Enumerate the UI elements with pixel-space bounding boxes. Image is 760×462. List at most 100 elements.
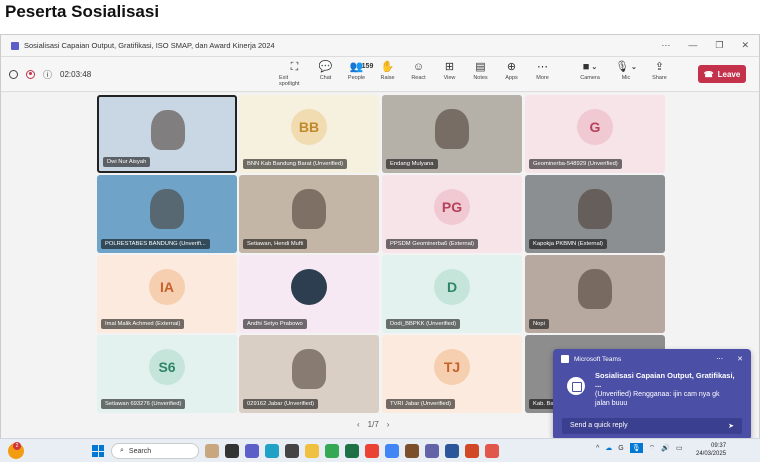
share-button[interactable]: ⇪ Share	[644, 60, 675, 81]
participant-tile[interactable]: Kapokja PKBMN (External)	[525, 175, 665, 253]
notification-header: Microsoft Teams ⋯ ✕	[553, 349, 751, 369]
page-title: Peserta Sosialisasi	[5, 2, 160, 21]
tool-label: Notes	[473, 75, 488, 81]
participant-name: BNN Kab Bandung Barat (Unverified)	[243, 159, 348, 169]
tool-more-button[interactable]: ⋯ More	[527, 60, 558, 87]
meeting-toolbar: ⓘ 02:03:48 ⛶ Exit spotlight 💬 Chat 👥 159 Peopl…	[1, 57, 759, 92]
participant-tile[interactable]: BB BNN Kab Bandung Barat (Unverified)	[239, 95, 379, 173]
tool-apps-button[interactable]: ⊕ Apps	[496, 60, 527, 87]
app-icon-calculator[interactable]	[285, 444, 299, 458]
teams-icon	[11, 41, 19, 50]
info-icon[interactable]: ⓘ	[43, 68, 52, 81]
google-icon[interactable]: G	[618, 445, 623, 452]
taskbar: 2 ⌕ Search ^ ☁ G 🎙 ⌔ 🔊 ▭ 09:37 24/03/202…	[0, 438, 760, 462]
app-icon-photos[interactable]	[205, 444, 219, 458]
participant-tile[interactable]: POLRESTABES BANDUNG (Unverifi...	[97, 175, 237, 253]
cloud-icon[interactable]: ☁	[605, 444, 612, 452]
apps-icon: ⊕	[506, 61, 517, 73]
participant-tile[interactable]: D Dodi_BBPKK (Unverified)	[382, 255, 522, 333]
more-options-icon[interactable]: ⋯	[661, 40, 670, 51]
next-page-button[interactable]: ›	[387, 420, 390, 429]
tool-people-button[interactable]: 👥 159 People	[341, 60, 373, 87]
participant-name: Imal Malik Achmed (External)	[101, 319, 185, 329]
notification-app: Microsoft Teams	[574, 355, 622, 363]
notification-more-icon[interactable]: ⋯	[716, 355, 723, 363]
participant-tile[interactable]: IA Imal Malik Achmed (External)	[97, 255, 237, 333]
app-icon-teams[interactable]	[245, 444, 259, 458]
start-button[interactable]	[92, 445, 104, 457]
participant-tile[interactable]: S6 Setiawan 693276 (Unverified)	[97, 335, 237, 413]
camera-button[interactable]: ■ ⌄ Camera	[572, 60, 608, 81]
react-icon: ☺	[412, 61, 425, 73]
battery-icon[interactable]: ▭	[676, 444, 683, 452]
participant-tile[interactable]: PG PPSDM Geominerba6 (External)	[382, 175, 522, 253]
app-icon-chrome-2[interactable]	[365, 444, 379, 458]
notes-icon: ▤	[475, 61, 486, 73]
tool-exit-spotlight-button[interactable]: ⛶ Exit spotlight	[279, 60, 310, 87]
participant-tile[interactable]: Dwi Nur Aisyah	[97, 95, 237, 173]
chevron-up-icon[interactable]: ^	[596, 445, 599, 452]
tool-label: React	[411, 75, 426, 81]
tool-view-button[interactable]: ⊞ View	[434, 60, 465, 87]
app-icon-excel[interactable]	[345, 444, 359, 458]
meeting-title: Sosialisasi Capaian Output, Gratifikasi,…	[24, 41, 275, 50]
participant-tile[interactable]: 029162 Jabar (Unverified)	[239, 335, 379, 413]
restore-button[interactable]: ❐	[715, 40, 723, 51]
participant-name: PPSDM Geominerba6 (External)	[386, 239, 479, 249]
video-feed	[578, 269, 613, 310]
teams-notification[interactable]: Microsoft Teams ⋯ ✕ Sosialisasi Capaian …	[553, 349, 751, 440]
participant-tile[interactable]: G Geominerba-548929 (Unverified)	[525, 95, 665, 173]
participant-tile[interactable]: TJ TVRI Jabar (Unverified)	[382, 335, 522, 413]
notification-close-icon[interactable]: ✕	[737, 355, 743, 363]
app-icon-files[interactable]	[305, 444, 319, 458]
tool-label: Exit spotlight	[279, 75, 300, 87]
video-stage: Dwi Nur Aisyah BB BNN Kab Bandung Barat (U…	[1, 93, 759, 440]
clock[interactable]: 09:37 24/03/2025	[696, 442, 726, 458]
app-icon-chrome-3[interactable]	[385, 444, 399, 458]
mic-tray-icon[interactable]: 🎙	[629, 443, 643, 453]
video-feed	[578, 189, 613, 230]
tool-label: Apps	[505, 75, 518, 81]
wifi-icon[interactable]: ⌔	[649, 444, 656, 453]
participant-name: Geominerba-548929 (Unverified)	[529, 159, 622, 169]
app-icon-edge[interactable]	[265, 444, 279, 458]
app-icon-taskview[interactable]	[225, 444, 239, 458]
minimize-button[interactable]: —	[688, 40, 697, 51]
avatar: IA	[149, 269, 185, 305]
app-icon-app[interactable]	[405, 444, 419, 458]
participant-tile[interactable]: Endang Mulyana	[382, 95, 522, 173]
meeting-tools: ⛶ Exit spotlight 💬 Chat 👥 159 People ✋ Raise ☺ Rea…	[279, 60, 558, 87]
video-feed	[150, 189, 185, 230]
participant-tile[interactable]: Andhi Setyo Prabowo	[239, 255, 379, 333]
tool-chat-button[interactable]: 💬 Chat	[310, 60, 341, 87]
avatar: G	[577, 109, 613, 145]
tool-raise-button[interactable]: ✋ Raise	[372, 60, 403, 87]
participant-name: 029162 Jabar (Unverified)	[243, 399, 319, 409]
app-icon-pdf[interactable]	[485, 444, 499, 458]
app-icon-powerpoint[interactable]	[465, 444, 479, 458]
close-button[interactable]: ✕	[741, 40, 749, 51]
app-icon-chrome[interactable]	[325, 444, 339, 458]
volume-icon[interactable]: 🔊	[661, 444, 670, 452]
participant-tile[interactable]: Nopi	[525, 255, 665, 333]
participant-name: Dwi Nur Aisyah	[103, 157, 151, 167]
video-feed	[292, 349, 327, 390]
share-icon: ⇪	[654, 61, 665, 73]
leave-button[interactable]: ☎ Leave	[698, 65, 746, 83]
participant-tile[interactable]: Setiawan, Hendi Mufti	[239, 175, 379, 253]
teams-logo-icon	[561, 355, 569, 363]
taskbar-search[interactable]: ⌕ Search	[111, 443, 199, 459]
app-icon-word[interactable]	[445, 444, 459, 458]
app-icon-teams-2[interactable]	[425, 444, 439, 458]
tool-notes-button[interactable]: ▤ Notes	[465, 60, 496, 87]
mic-button[interactable]: 🎙 ⌄ Mic	[608, 60, 644, 81]
tool-label: People	[347, 75, 366, 81]
meeting-chat-icon	[567, 377, 585, 395]
video-feed	[292, 189, 327, 230]
send-icon[interactable]: ➤	[728, 422, 734, 430]
phone-icon: ☎	[703, 69, 714, 79]
tool-react-button[interactable]: ☺ React	[403, 60, 434, 87]
prev-page-button[interactable]: ‹	[357, 420, 360, 429]
chat-icon: 💬	[318, 61, 333, 73]
quick-reply-input[interactable]: Send a quick reply ➤	[562, 418, 742, 434]
